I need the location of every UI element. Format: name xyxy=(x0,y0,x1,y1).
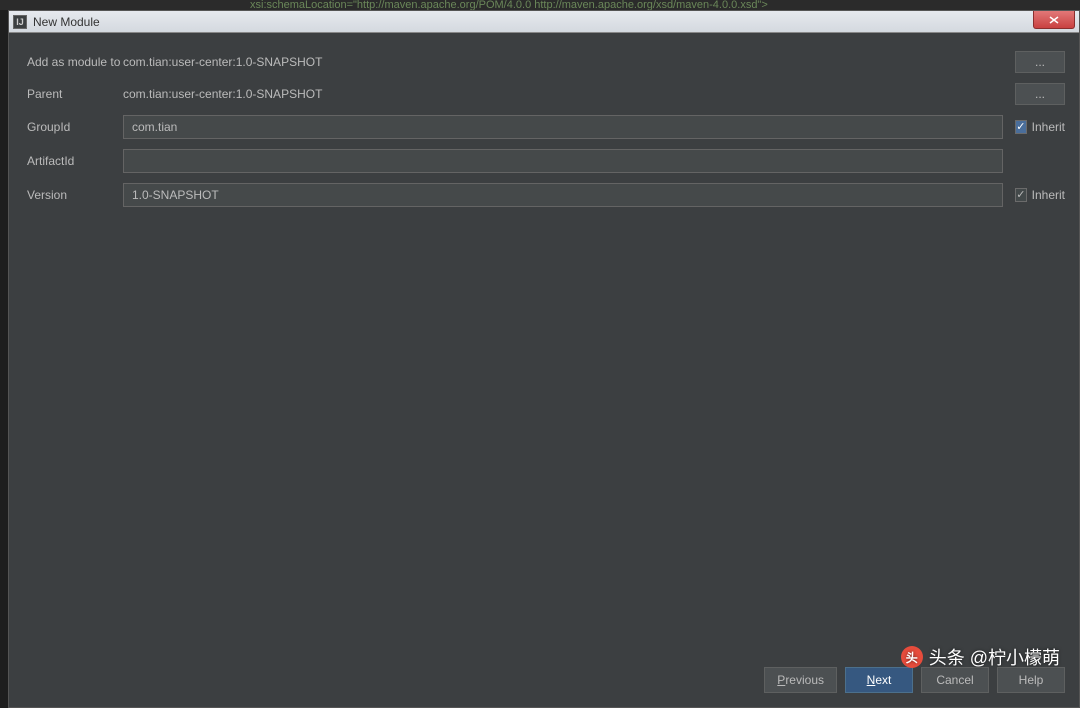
groupid-label: GroupId xyxy=(27,120,123,134)
artifactid-row: ArtifactId xyxy=(27,149,1065,173)
groupid-inherit-wrap: Inherit xyxy=(1015,120,1065,134)
version-inherit-wrap: Inherit xyxy=(1015,188,1065,202)
parent-label: Parent xyxy=(27,87,123,101)
intellij-icon: IJ xyxy=(13,15,27,29)
new-module-dialog: IJ New Module Add as module to com.tian:… xyxy=(8,10,1080,708)
close-icon xyxy=(1049,16,1059,24)
cancel-button[interactable]: Cancel xyxy=(921,667,989,693)
previous-rest: revious xyxy=(785,673,824,687)
parent-value: com.tian:user-center:1.0-SNAPSHOT xyxy=(123,87,1003,101)
add-as-module-label: Add as module to xyxy=(27,55,123,69)
dialog-content: Add as module to com.tian:user-center:1.… xyxy=(9,33,1079,707)
close-button[interactable] xyxy=(1033,11,1075,29)
parent-browse-button[interactable]: ... xyxy=(1015,83,1065,105)
groupid-input[interactable] xyxy=(123,115,1003,139)
editor-background-code: xsi:schemaLocation="http://maven.apache.… xyxy=(0,0,1080,10)
version-input[interactable] xyxy=(123,183,1003,207)
previous-button[interactable]: Previous xyxy=(764,667,837,693)
add-as-module-value: com.tian:user-center:1.0-SNAPSHOT xyxy=(123,55,1003,69)
help-button[interactable]: Help xyxy=(997,667,1065,693)
version-label: Version xyxy=(27,188,123,202)
add-as-module-browse-button[interactable]: ... xyxy=(1015,51,1065,73)
groupid-inherit-label: Inherit xyxy=(1032,120,1065,134)
titlebar[interactable]: IJ New Module xyxy=(9,11,1079,33)
version-row: Version Inherit xyxy=(27,183,1065,207)
dialog-title: New Module xyxy=(33,15,100,29)
groupid-inherit-checkbox[interactable] xyxy=(1015,120,1027,134)
artifactid-label: ArtifactId xyxy=(27,154,123,168)
add-as-module-row: Add as module to com.tian:user-center:1.… xyxy=(27,51,1065,73)
version-inherit-label: Inherit xyxy=(1032,188,1065,202)
next-rest: ext xyxy=(875,673,891,687)
dialog-footer: Previous Next Cancel Help xyxy=(27,655,1065,693)
artifactid-input[interactable] xyxy=(123,149,1003,173)
groupid-row: GroupId Inherit xyxy=(27,115,1065,139)
version-inherit-checkbox[interactable] xyxy=(1015,188,1027,202)
next-button[interactable]: Next xyxy=(845,667,913,693)
parent-row: Parent com.tian:user-center:1.0-SNAPSHOT… xyxy=(27,83,1065,105)
